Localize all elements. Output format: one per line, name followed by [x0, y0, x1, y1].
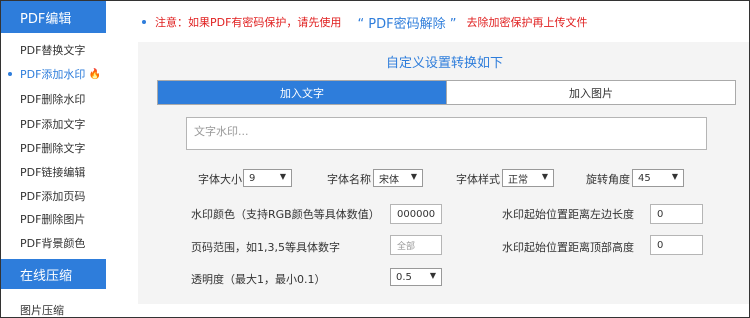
rotation-select[interactable]: 45 ▼: [632, 169, 684, 187]
page-range-label: 页码范围，如1,3,5等具体数字: [191, 241, 340, 254]
sidebar-item-label: PDF添加文字: [20, 118, 86, 131]
sidebar-section-compress: 在线压缩: [1, 259, 106, 289]
sidebar-item-label: PDF添加水印: [20, 68, 86, 81]
sidebar-item-add-page-number[interactable]: PDF添加页码: [1, 184, 106, 208]
font-size-value: 9: [249, 172, 256, 184]
sidebar-item-label: 图片压缩: [20, 304, 64, 317]
font-name-label: 字体名称: [327, 173, 371, 186]
mode-tabs: 加入文字 加入图片: [157, 80, 736, 105]
sidebar-item-label: PDF删除文字: [20, 142, 86, 155]
rotation-value: 45: [638, 172, 651, 184]
sidebar-item-delete-text[interactable]: PDF删除文字: [1, 136, 106, 160]
sidebar-item-add-text[interactable]: PDF添加文字: [1, 112, 106, 136]
sidebar-item-replace-text[interactable]: PDF替换文字: [1, 38, 106, 62]
offset-top-input[interactable]: 0: [650, 235, 703, 255]
sidebar-item-label: PDF背景颜色: [20, 237, 86, 250]
notice-banner: 注意：如果PDF有密码保护，请先使用 “ PDF密码解除 ” 去除加密保护再上传…: [142, 13, 588, 32]
color-input[interactable]: 000000: [390, 204, 442, 224]
sidebar-section-pdf-edit: PDF编辑: [1, 1, 106, 33]
sidebar-item-delete-image[interactable]: PDF删除图片: [1, 207, 106, 231]
chevron-down-icon: ▼: [410, 172, 417, 181]
notice-text: 注意：如果PDF有密码保护，请先使用: [155, 16, 342, 29]
chevron-down-icon: ▼: [671, 172, 678, 181]
font-style-label: 字体样式: [456, 173, 500, 186]
fire-icon: 🔥: [88, 68, 101, 80]
sidebar-item-image-compress[interactable]: 图片压缩: [1, 298, 106, 317]
font-name-value: 宋体: [379, 174, 399, 186]
offset-left-label: 水印起始位置距离左边长度: [502, 208, 634, 221]
font-size-label: 字体大小: [198, 173, 242, 186]
rotation-label: 旋转角度: [586, 173, 630, 186]
page-frame: PDF编辑 PDF替换文字 PDF添加水印 🔥 PDF删除水印 PDF添加文字 …: [0, 0, 750, 318]
font-style-select[interactable]: 正常 ▼: [502, 169, 554, 187]
offset-top-label: 水印起始位置距离顶部高度: [502, 241, 634, 254]
opacity-label: 透明度（最大1，最小0.1）: [191, 273, 326, 286]
sidebar-item-label: PDF添加页码: [20, 190, 86, 203]
notice-suffix: 去除加密保护再上传文件: [466, 16, 588, 29]
font-style-value: 正常: [508, 174, 528, 186]
font-name-select[interactable]: 宋体 ▼: [373, 169, 423, 187]
chevron-down-icon: ▼: [429, 271, 436, 280]
sidebar-item-label: PDF删除水印: [20, 93, 86, 106]
panel-title: 自定义设置转换如下: [385, 56, 503, 71]
page-range-input[interactable]: 全部: [390, 235, 442, 255]
tab-add-image[interactable]: 加入图片: [446, 81, 735, 104]
font-size-select[interactable]: 9 ▼: [243, 169, 292, 187]
sidebar-item-label: PDF链接编辑: [20, 166, 86, 179]
settings-panel: 自定义设置转换如下 加入文字 加入图片 字体大小 9▼ 字体名称 宋体▼ 字体样…: [138, 42, 749, 304]
tab-add-text[interactable]: 加入文字: [158, 81, 446, 104]
active-dot-icon: [8, 72, 12, 76]
sidebar-item-label: PDF删除图片: [20, 213, 86, 226]
watermark-text-input[interactable]: [186, 117, 707, 150]
bullet-icon: [142, 20, 146, 24]
pdf-unlock-link[interactable]: “ PDF密码解除 ”: [357, 13, 456, 32]
chevron-down-icon: ▼: [541, 172, 548, 181]
sidebar: PDF编辑 PDF替换文字 PDF添加水印 🔥 PDF删除水印 PDF添加文字 …: [1, 1, 106, 317]
sidebar-item-label: PDF替换文字: [20, 44, 86, 57]
sidebar-item-add-watermark[interactable]: PDF添加水印 🔥: [1, 62, 106, 86]
chevron-down-icon: ▼: [279, 172, 286, 181]
offset-left-input[interactable]: 0: [650, 204, 703, 224]
color-label: 水印颜色（支持RGB颜色等具体数值）: [191, 208, 380, 221]
sidebar-item-background-color[interactable]: PDF背景颜色: [1, 231, 106, 255]
opacity-select[interactable]: 0.5 ▼: [390, 268, 442, 286]
sidebar-item-remove-watermark[interactable]: PDF删除水印: [1, 87, 106, 111]
opacity-value: 0.5: [396, 271, 412, 283]
sidebar-item-link-edit[interactable]: PDF链接编辑: [1, 160, 106, 184]
